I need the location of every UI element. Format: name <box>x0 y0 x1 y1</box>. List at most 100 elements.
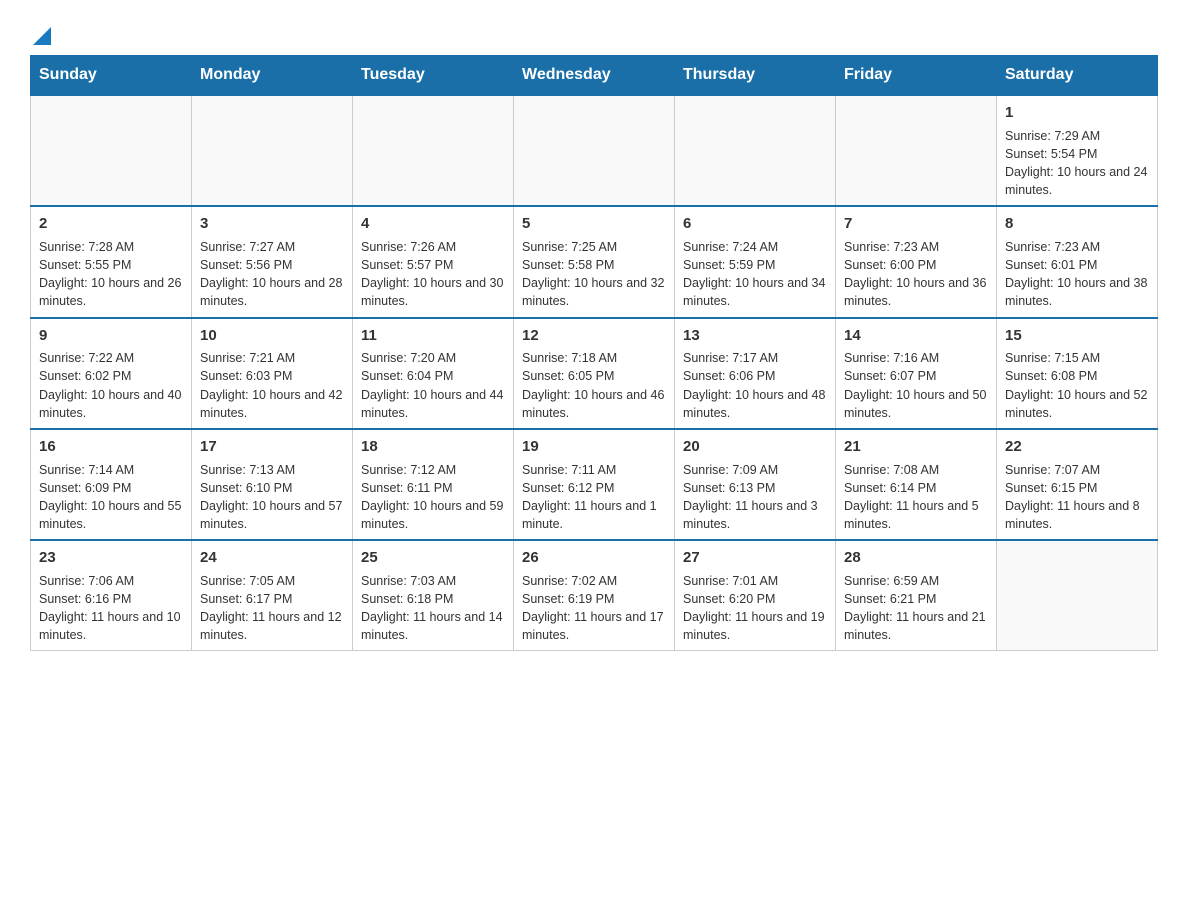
calendar-day-cell <box>31 95 192 206</box>
day-number: 23 <box>39 547 183 569</box>
calendar-day-cell: 23 Sunrise: 7:06 AMSunset: 6:16 PMDayligh… <box>31 540 192 651</box>
day-info: Sunrise: 7:20 AMSunset: 6:04 PMDaylight:… <box>361 349 505 422</box>
day-number: 19 <box>522 436 666 458</box>
calendar-day-cell: 27 Sunrise: 7:01 AMSunset: 6:20 PMDayligh… <box>675 540 836 651</box>
day-number: 24 <box>200 547 344 569</box>
day-info: Sunrise: 7:28 AMSunset: 5:55 PMDaylight:… <box>39 238 183 311</box>
calendar-week-row: 2 Sunrise: 7:28 AMSunset: 5:55 PMDaylight… <box>31 206 1158 317</box>
day-number: 1 <box>1005 102 1149 124</box>
calendar-day-cell: 14Sunrise: 7:16 AMSunset: 6:07 PMDayligh… <box>836 318 997 429</box>
calendar-day-cell: 16Sunrise: 7:14 AMSunset: 6:09 PMDayligh… <box>31 429 192 540</box>
calendar-day-cell: 12Sunrise: 7:18 AMSunset: 6:05 PMDayligh… <box>514 318 675 429</box>
calendar-day-cell <box>192 95 353 206</box>
day-info: Sunrise: 7:12 AMSunset: 6:11 PMDaylight:… <box>361 461 505 534</box>
calendar-day-cell: 10Sunrise: 7:21 AMSunset: 6:03 PMDayligh… <box>192 318 353 429</box>
day-number: 4 <box>361 213 505 235</box>
calendar-day-cell: 21 Sunrise: 7:08 AMSunset: 6:14 PMDayligh… <box>836 429 997 540</box>
calendar-day-cell: 5 Sunrise: 7:25 AMSunset: 5:58 PMDaylight… <box>514 206 675 317</box>
day-number: 9 <box>39 325 183 347</box>
calendar-day-cell <box>353 95 514 206</box>
calendar-week-row: 23 Sunrise: 7:06 AMSunset: 6:16 PMDayligh… <box>31 540 1158 651</box>
calendar-day-cell: 1 Sunrise: 7:29 AMSunset: 5:54 PMDaylight… <box>997 95 1158 206</box>
calendar-day-cell <box>997 540 1158 651</box>
day-info: Sunrise: 7:23 AMSunset: 6:01 PMDaylight:… <box>1005 238 1149 311</box>
weekday-header-wednesday: Wednesday <box>514 56 675 96</box>
day-number: 18 <box>361 436 505 458</box>
weekday-header-row: SundayMondayTuesdayWednesdayThursdayFrid… <box>31 56 1158 96</box>
day-info: Sunrise: 7:23 AMSunset: 6:00 PMDaylight:… <box>844 238 988 311</box>
day-number: 22 <box>1005 436 1149 458</box>
calendar-day-cell: 6Sunrise: 7:24 AMSunset: 5:59 PMDaylight… <box>675 206 836 317</box>
day-info: Sunrise: 7:08 AMSunset: 6:14 PMDaylight:… <box>844 461 988 534</box>
calendar-day-cell: 13Sunrise: 7:17 AMSunset: 6:06 PMDayligh… <box>675 318 836 429</box>
day-info: Sunrise: 7:07 AMSunset: 6:15 PMDaylight:… <box>1005 461 1149 534</box>
day-info: Sunrise: 7:02 AMSunset: 6:19 PMDaylight:… <box>522 572 666 645</box>
weekday-header-tuesday: Tuesday <box>353 56 514 96</box>
calendar-day-cell: 18 Sunrise: 7:12 AMSunset: 6:11 PMDayligh… <box>353 429 514 540</box>
page-header <box>30 20 1158 45</box>
calendar-week-row: 1 Sunrise: 7:29 AMSunset: 5:54 PMDaylight… <box>31 95 1158 206</box>
calendar-day-cell: 20Sunrise: 7:09 AMSunset: 6:13 PMDayligh… <box>675 429 836 540</box>
calendar-day-cell: 15Sunrise: 7:15 AMSunset: 6:08 PMDayligh… <box>997 318 1158 429</box>
day-number: 15 <box>1005 325 1149 347</box>
day-info: Sunrise: 7:06 AMSunset: 6:16 PMDaylight:… <box>39 572 183 645</box>
day-number: 2 <box>39 213 183 235</box>
day-info: Sunrise: 7:05 AMSunset: 6:17 PMDaylight:… <box>200 572 344 645</box>
calendar-day-cell: 9Sunrise: 7:22 AMSunset: 6:02 PMDaylight… <box>31 318 192 429</box>
day-info: Sunrise: 7:25 AMSunset: 5:58 PMDaylight:… <box>522 238 666 311</box>
calendar-day-cell <box>836 95 997 206</box>
weekday-header-saturday: Saturday <box>997 56 1158 96</box>
day-number: 5 <box>522 213 666 235</box>
calendar-day-cell <box>675 95 836 206</box>
calendar-day-cell: 17Sunrise: 7:13 AMSunset: 6:10 PMDayligh… <box>192 429 353 540</box>
day-info: Sunrise: 7:29 AMSunset: 5:54 PMDaylight:… <box>1005 127 1149 200</box>
calendar-day-cell: 25Sunrise: 7:03 AMSunset: 6:18 PMDayligh… <box>353 540 514 651</box>
day-number: 16 <box>39 436 183 458</box>
calendar-header: SundayMondayTuesdayWednesdayThursdayFrid… <box>31 56 1158 96</box>
calendar-day-cell: 4 Sunrise: 7:26 AMSunset: 5:57 PMDaylight… <box>353 206 514 317</box>
day-number: 14 <box>844 325 988 347</box>
day-info: Sunrise: 7:01 AMSunset: 6:20 PMDaylight:… <box>683 572 827 645</box>
day-info: Sunrise: 7:26 AMSunset: 5:57 PMDaylight:… <box>361 238 505 311</box>
calendar-day-cell: 11Sunrise: 7:20 AMSunset: 6:04 PMDayligh… <box>353 318 514 429</box>
weekday-header-sunday: Sunday <box>31 56 192 96</box>
day-number: 25 <box>361 547 505 569</box>
logo <box>30 20 51 45</box>
calendar-day-cell: 19 Sunrise: 7:11 AMSunset: 6:12 PMDayligh… <box>514 429 675 540</box>
calendar-day-cell: 24 Sunrise: 7:05 AMSunset: 6:17 PMDayligh… <box>192 540 353 651</box>
day-info: Sunrise: 6:59 AMSunset: 6:21 PMDaylight:… <box>844 572 988 645</box>
calendar-body: 1 Sunrise: 7:29 AMSunset: 5:54 PMDaylight… <box>31 95 1158 651</box>
weekday-header-friday: Friday <box>836 56 997 96</box>
weekday-header-monday: Monday <box>192 56 353 96</box>
calendar-day-cell: 28 Sunrise: 6:59 AMSunset: 6:21 PMDayligh… <box>836 540 997 651</box>
calendar-day-cell: 3Sunrise: 7:27 AMSunset: 5:56 PMDaylight… <box>192 206 353 317</box>
calendar-day-cell: 7 Sunrise: 7:23 AMSunset: 6:00 PMDaylight… <box>836 206 997 317</box>
day-number: 12 <box>522 325 666 347</box>
day-info: Sunrise: 7:15 AMSunset: 6:08 PMDaylight:… <box>1005 349 1149 422</box>
day-number: 13 <box>683 325 827 347</box>
day-info: Sunrise: 7:16 AMSunset: 6:07 PMDaylight:… <box>844 349 988 422</box>
day-number: 10 <box>200 325 344 347</box>
day-info: Sunrise: 7:27 AMSunset: 5:56 PMDaylight:… <box>200 238 344 311</box>
day-info: Sunrise: 7:09 AMSunset: 6:13 PMDaylight:… <box>683 461 827 534</box>
day-number: 8 <box>1005 213 1149 235</box>
calendar-table: SundayMondayTuesdayWednesdayThursdayFrid… <box>30 55 1158 651</box>
day-info: Sunrise: 7:24 AMSunset: 5:59 PMDaylight:… <box>683 238 827 311</box>
day-info: Sunrise: 7:11 AMSunset: 6:12 PMDaylight:… <box>522 461 666 534</box>
day-number: 28 <box>844 547 988 569</box>
day-info: Sunrise: 7:21 AMSunset: 6:03 PMDaylight:… <box>200 349 344 422</box>
logo-triangle-icon <box>33 27 51 45</box>
day-number: 17 <box>200 436 344 458</box>
calendar-day-cell: 26 Sunrise: 7:02 AMSunset: 6:19 PMDayligh… <box>514 540 675 651</box>
day-number: 26 <box>522 547 666 569</box>
day-info: Sunrise: 7:17 AMSunset: 6:06 PMDaylight:… <box>683 349 827 422</box>
day-number: 7 <box>844 213 988 235</box>
day-number: 27 <box>683 547 827 569</box>
day-number: 11 <box>361 325 505 347</box>
calendar-day-cell <box>514 95 675 206</box>
calendar-day-cell: 22 Sunrise: 7:07 AMSunset: 6:15 PMDayligh… <box>997 429 1158 540</box>
calendar-week-row: 9Sunrise: 7:22 AMSunset: 6:02 PMDaylight… <box>31 318 1158 429</box>
calendar-day-cell: 2 Sunrise: 7:28 AMSunset: 5:55 PMDaylight… <box>31 206 192 317</box>
day-number: 21 <box>844 436 988 458</box>
day-info: Sunrise: 7:22 AMSunset: 6:02 PMDaylight:… <box>39 349 183 422</box>
